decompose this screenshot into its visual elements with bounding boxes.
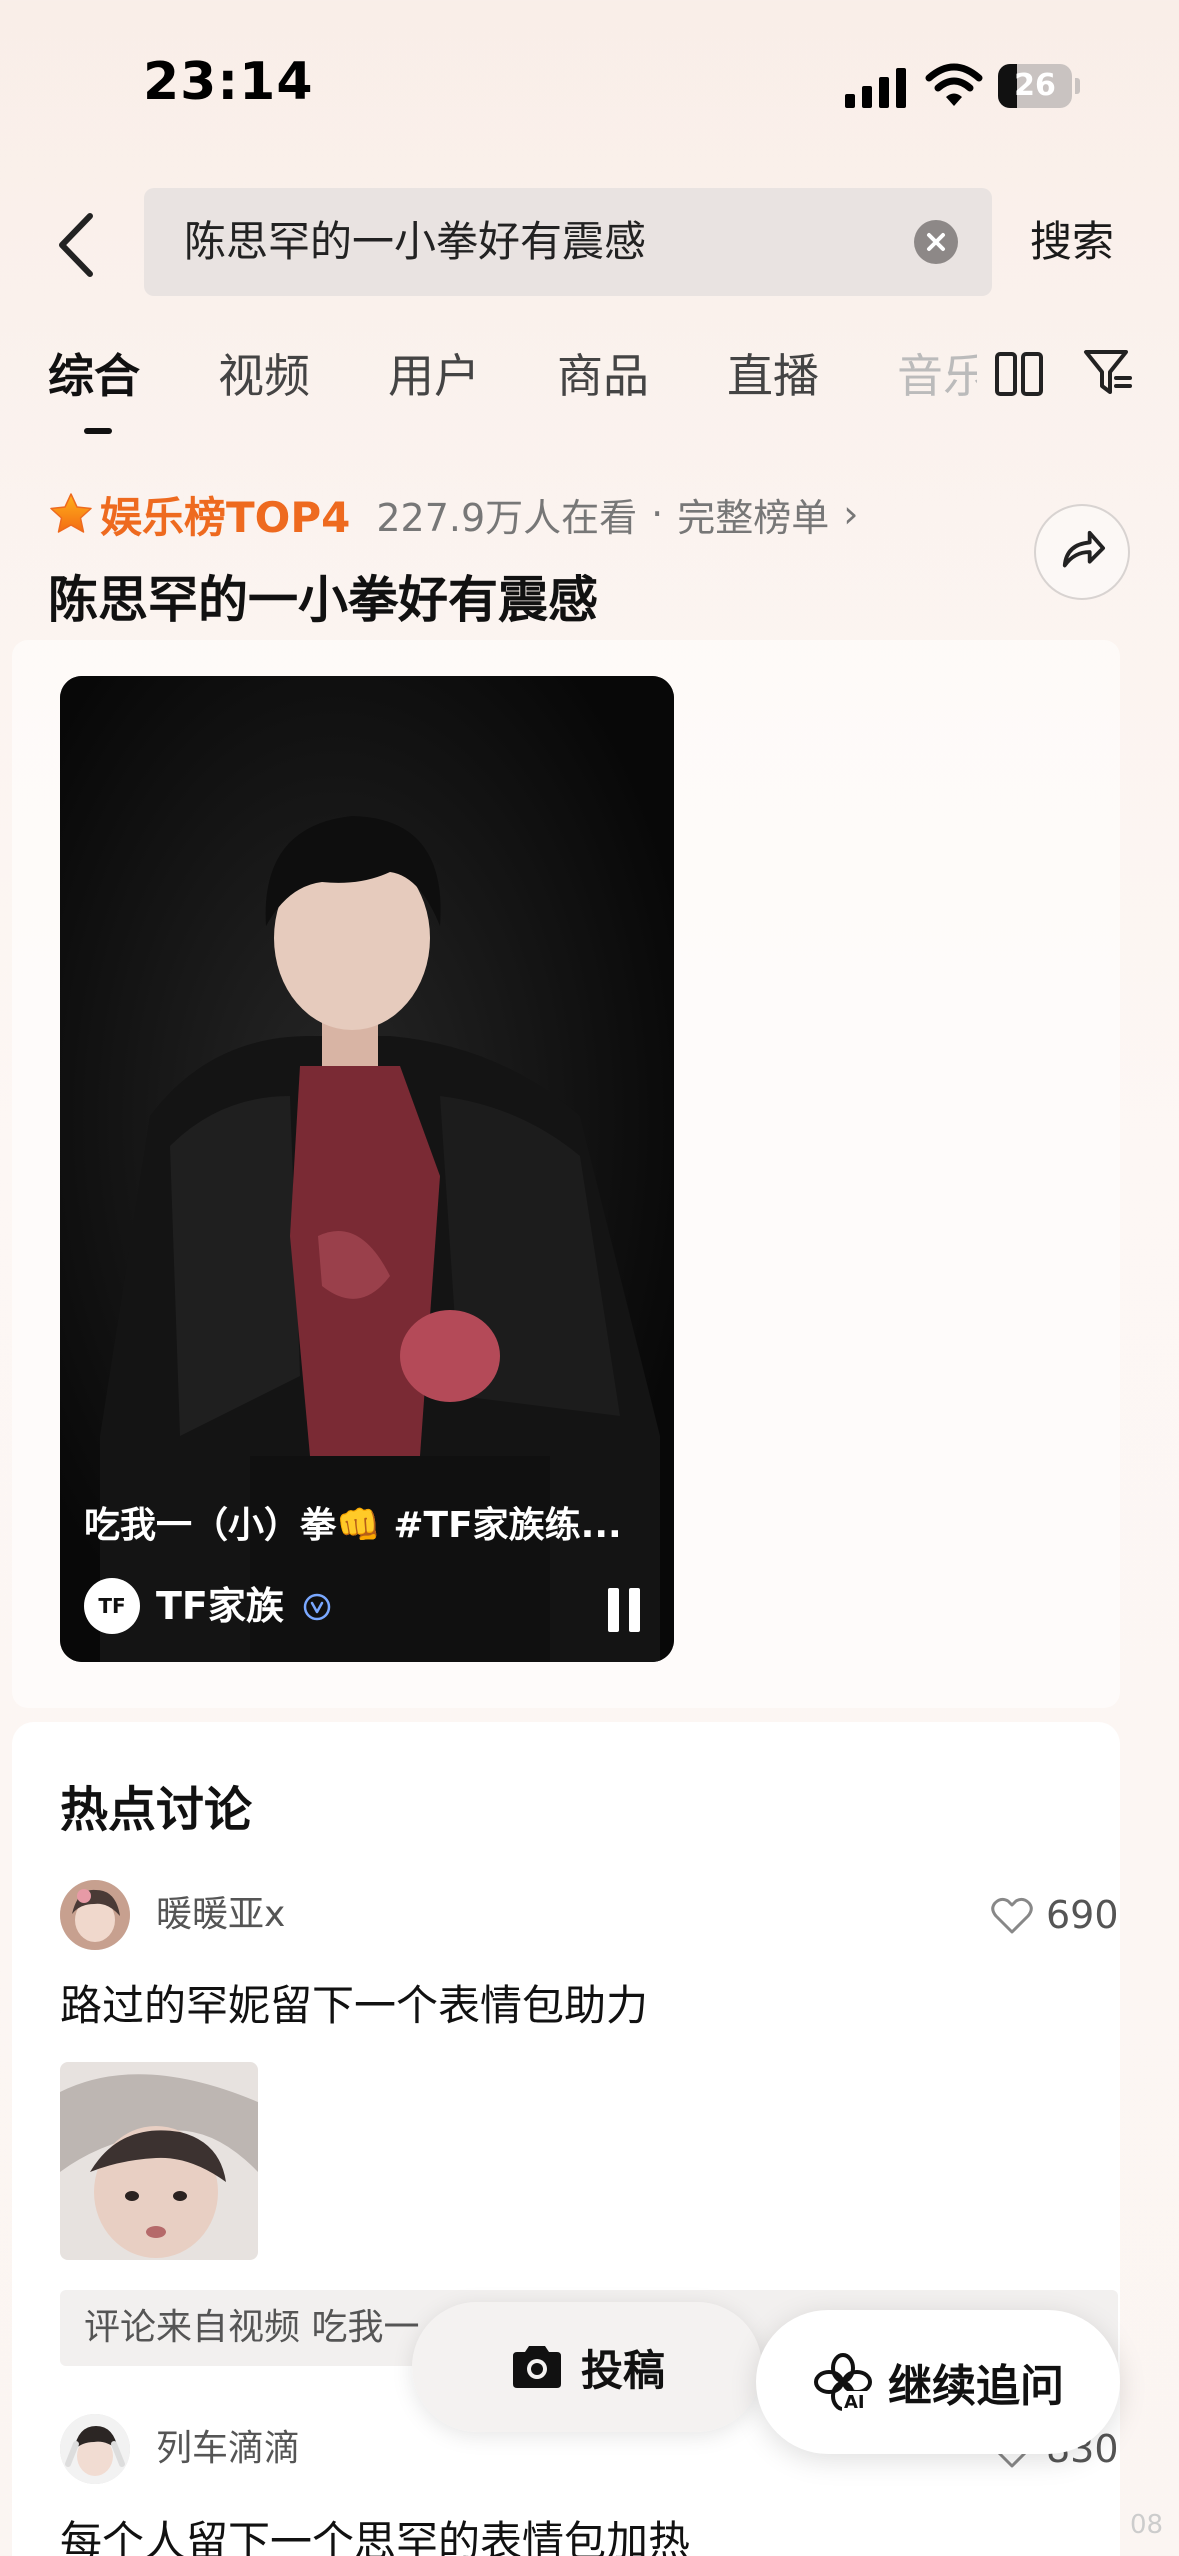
wifi-icon xyxy=(925,63,983,106)
ai-badge-text: AI xyxy=(844,2392,865,2413)
comment-username[interactable]: 暖暖亚x xyxy=(156,1880,285,1950)
heart-icon xyxy=(991,1897,1033,1934)
ai-follow-up-label: 继续追问 xyxy=(888,2361,1064,2412)
tab-music[interactable]: 音乐 xyxy=(897,340,977,406)
share-button[interactable] xyxy=(1034,504,1130,600)
battery-percentage: 26 xyxy=(1014,68,1056,103)
battery-icon: 26 xyxy=(998,64,1080,108)
tab-video[interactable]: 视频 xyxy=(218,340,310,406)
share-arrow-icon xyxy=(1062,530,1105,568)
section-title: 热点讨论 xyxy=(60,1782,253,1838)
tab-comprehensive[interactable]: 综合 xyxy=(48,340,140,406)
comment-sticker-image[interactable] xyxy=(60,2062,258,2260)
comment-username[interactable]: 列车滴滴 xyxy=(156,2414,300,2484)
video-caption: 吃我一（小）拳👊 #TF家族练... xyxy=(84,1505,622,1546)
cellular-signal-icon xyxy=(845,68,906,108)
tab-users[interactable]: 用户 xyxy=(388,340,480,406)
search-input[interactable]: 陈思罕的一小拳好有震感 xyxy=(144,188,992,296)
ai-follow-up-button[interactable]: AI 继续追问 xyxy=(756,2310,1120,2454)
ranking-row[interactable]: 娱乐榜TOP4 227.9万人在看 · 完整榜单 › xyxy=(48,486,858,542)
back-arrow-icon[interactable] xyxy=(52,210,102,280)
like-count: 690 xyxy=(1046,1893,1119,1937)
clear-icon[interactable] xyxy=(914,220,958,264)
post-label: 投稿 xyxy=(580,2345,665,2395)
filter-icon[interactable] xyxy=(1082,346,1134,398)
search-button[interactable]: 搜索 xyxy=(1030,210,1114,274)
verified-icon xyxy=(303,1593,331,1621)
video-card[interactable]: 吃我一（小）拳👊 #TF家族练... TF TF家族 xyxy=(60,676,674,1662)
channel-name[interactable]: TF家族 xyxy=(156,1580,284,1632)
active-tab-indicator xyxy=(84,428,112,434)
avatar[interactable] xyxy=(60,1880,130,1950)
star-icon xyxy=(50,493,92,533)
full-list-link[interactable]: 完整榜单 xyxy=(677,487,829,542)
comment-text: 每个人留下一个思罕的表情包加热 xyxy=(60,2517,691,2556)
comment-source-text: 评论来自视频 吃我一 xyxy=(84,2307,420,2348)
channel-avatar[interactable]: TF xyxy=(84,1578,140,1634)
like-button[interactable]: 690 xyxy=(990,1880,1119,1950)
pause-icon[interactable] xyxy=(604,1588,644,1632)
comment-text: 路过的罕妮留下一个表情包助力 xyxy=(60,1981,649,2030)
tab-products[interactable]: 商品 xyxy=(557,340,649,406)
ranking-label: 娱乐榜TOP4 xyxy=(100,492,351,542)
separator-dot: · xyxy=(651,492,664,536)
search-query-text[interactable]: 陈思罕的一小拳好有震感 xyxy=(184,188,646,296)
page-watermark: 08 xyxy=(1130,2510,1164,2540)
status-bar: 23:14 26 xyxy=(0,0,1179,170)
chevron-right-icon: › xyxy=(843,492,859,536)
topic-headline: 陈思罕的一小拳好有震感 xyxy=(48,571,598,629)
ai-sparkle-icon: AI xyxy=(814,2353,872,2413)
camera-icon xyxy=(512,2346,561,2388)
avatar[interactable] xyxy=(60,2414,130,2484)
tab-live[interactable]: 直播 xyxy=(727,340,819,406)
layout-toggle-icon[interactable] xyxy=(994,350,1044,398)
status-time: 23:14 xyxy=(143,52,314,112)
post-button[interactable]: 投稿 xyxy=(412,2302,762,2432)
viewer-count: 227.9万人在看 xyxy=(376,495,638,540)
